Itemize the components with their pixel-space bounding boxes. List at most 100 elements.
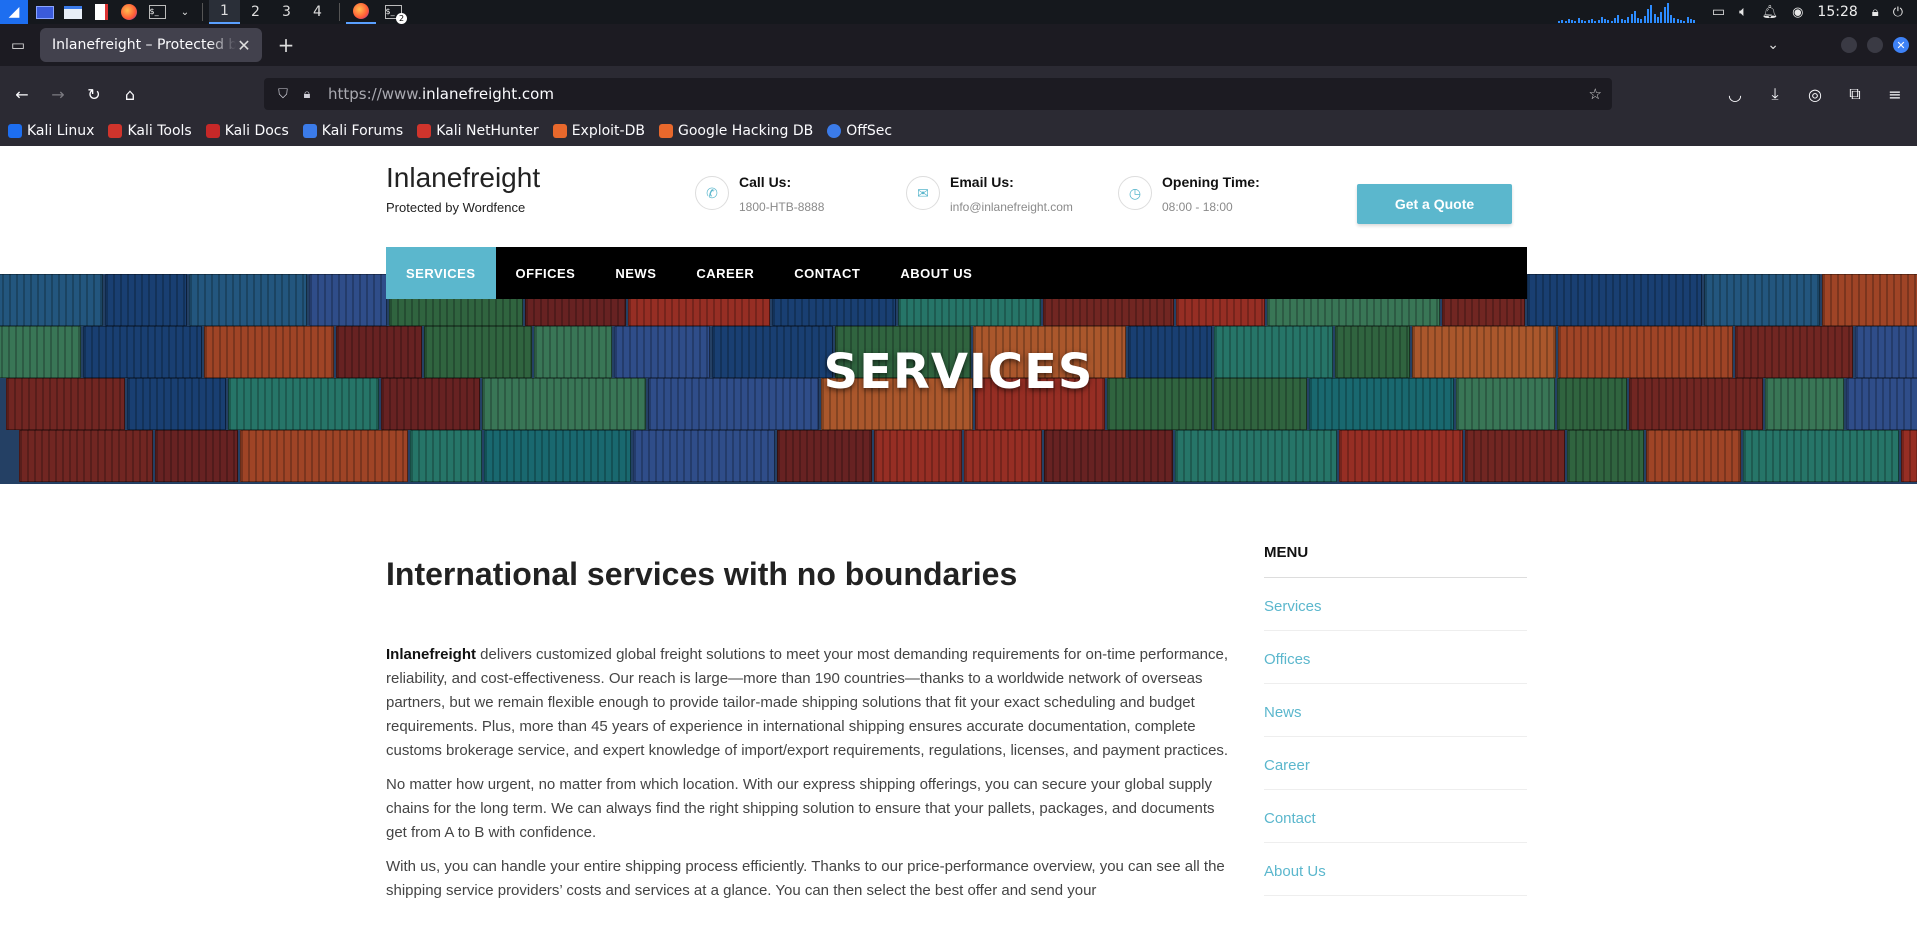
- workspace-2[interactable]: 2: [240, 0, 271, 24]
- file-manager-icon[interactable]: [62, 2, 84, 22]
- lock-icon[interactable]: 🔒︎: [296, 87, 318, 102]
- nav-offices[interactable]: OFFICES: [496, 247, 596, 299]
- volume-icon[interactable]: 🔈︎: [1739, 4, 1747, 20]
- chevron-down-icon[interactable]: ⌄: [174, 2, 196, 22]
- cpu-graph-bar: [1594, 21, 1597, 23]
- terminal-launcher-icon[interactable]: $_: [146, 2, 168, 22]
- kali-menu-icon[interactable]: ◢: [0, 0, 28, 24]
- contact-phone: ✆ Call Us: 1800-HTB-8888: [695, 174, 824, 214]
- bookmark-kali-docs[interactable]: Kali Docs: [205, 123, 289, 139]
- pocket-icon[interactable]: ◡: [1717, 78, 1753, 110]
- sidebar-item-offices[interactable]: Offices: [1264, 631, 1527, 684]
- terminal-window-icon[interactable]: $_ 2: [382, 2, 407, 24]
- extensions-icon[interactable]: ⧉: [1837, 78, 1873, 110]
- back-button[interactable]: ←: [4, 78, 40, 110]
- firefox-launcher-icon[interactable]: [118, 2, 140, 22]
- contact-label: Opening Time:: [1162, 174, 1260, 190]
- cpu-graph-bar: [1650, 5, 1653, 23]
- downloads-icon[interactable]: ⤓: [1757, 78, 1793, 110]
- cpu-graph-bar: [1680, 20, 1683, 23]
- home-button[interactable]: ⌂: [112, 78, 148, 110]
- cpu-graph-bar: [1574, 21, 1577, 23]
- cpu-graph-bar: [1604, 19, 1607, 23]
- workspace-3[interactable]: 3: [271, 0, 302, 24]
- toolbar-buttons: ◡ ⤓ ◎ ⧉ ≡: [1717, 78, 1913, 110]
- company-name: Inlanefreight: [386, 646, 477, 663]
- account-icon[interactable]: ◎: [1797, 78, 1833, 110]
- sidebar-item-about-us[interactable]: About Us: [1264, 843, 1527, 896]
- url-text: https://www.inlanefreight.com: [328, 85, 554, 103]
- cpu-graph-bar: [1587, 20, 1590, 23]
- bookmark-offsec[interactable]: OffSec: [827, 123, 892, 139]
- tab-close-icon[interactable]: ✕: [236, 36, 252, 55]
- maximize-button[interactable]: [1867, 37, 1883, 53]
- bookmark-exploit-db[interactable]: Exploit-DB: [552, 123, 645, 139]
- firefox-window-icon[interactable]: [346, 0, 376, 24]
- notification-bell-icon[interactable]: 🔔︎: [1762, 5, 1779, 20]
- bookmark-google-hacking-db[interactable]: Google Hacking DB: [658, 123, 813, 139]
- cpu-graph-bar: [1627, 17, 1630, 23]
- url-host: inlanefreight.com: [421, 85, 554, 103]
- bookmark-kali-nethunter[interactable]: Kali NetHunter: [417, 123, 539, 139]
- kali-tools-icon: [108, 124, 123, 138]
- cpu-graph-bar: [1647, 9, 1650, 23]
- sidebar-item-services[interactable]: Services: [1264, 578, 1527, 631]
- display-icon[interactable]: ▭: [1712, 4, 1725, 20]
- browser-tab-bar: ▭ Inlanefreight – Protected by Wordfence…: [0, 24, 1917, 66]
- cpu-graph-bar: [1623, 20, 1626, 23]
- sidebar-item-contact[interactable]: Contact: [1264, 790, 1527, 843]
- cpu-usage-graph: [1557, 1, 1698, 23]
- cpu-graph-bar: [1567, 19, 1570, 23]
- cpu-graph-bar: [1656, 17, 1659, 23]
- cpu-graph-bar: [1683, 21, 1686, 23]
- forward-button[interactable]: →: [40, 78, 76, 110]
- minimize-button[interactable]: [1841, 37, 1857, 53]
- close-window-button[interactable]: ✕: [1893, 37, 1909, 53]
- power-icon[interactable]: ◉: [1792, 5, 1803, 20]
- list-all-tabs-icon[interactable]: ⌄: [1767, 24, 1779, 66]
- browser-nav-bar: ← → ↻ ⌂ ⛉ 🔒︎ https://www.inlanefreight.c…: [0, 66, 1917, 122]
- power-menu-icon[interactable]: ⏻: [1893, 5, 1903, 20]
- nav-services[interactable]: SERVICES: [386, 247, 496, 299]
- cpu-graph-bar: [1607, 20, 1610, 23]
- nav-news[interactable]: NEWS: [595, 247, 676, 299]
- shield-icon[interactable]: ⛉: [272, 87, 294, 102]
- browser-tab[interactable]: Inlanefreight – Protected by Wordfence ✕: [40, 28, 262, 62]
- bookmark-star-icon[interactable]: ☆: [1589, 85, 1602, 103]
- hamburger-menu-icon[interactable]: ≡: [1877, 78, 1913, 110]
- cpu-graph-bar: [1561, 20, 1564, 23]
- lock-icon[interactable]: 🔒︎: [1872, 5, 1879, 20]
- cpu-graph-bar: [1564, 21, 1567, 23]
- nav-career[interactable]: CAREER: [676, 247, 774, 299]
- bookmarks-toolbar: Kali Linux Kali Tools Kali Docs Kali For…: [0, 116, 1917, 146]
- reload-button[interactable]: ↻: [76, 78, 112, 110]
- google-hacking-db-icon: [658, 124, 673, 138]
- system-tray: ▭ 🔈︎ 🔔︎ ◉ 15:28 🔒︎ ⏻: [1557, 0, 1917, 24]
- clock[interactable]: 15:28: [1817, 4, 1857, 20]
- cpu-graph-bar: [1689, 19, 1692, 23]
- bookmark-label: Kali Forums: [321, 123, 404, 139]
- url-bar[interactable]: ⛉ 🔒︎ https://www.inlanefreight.com ☆: [264, 78, 1612, 110]
- bookmark-kali-forums[interactable]: Kali Forums: [302, 123, 404, 139]
- site-logo-text[interactable]: Inlanefreight: [386, 162, 540, 194]
- cpu-graph-bar: [1663, 7, 1666, 23]
- clock-icon: ◷: [1118, 176, 1152, 210]
- bookmark-kali-tools[interactable]: Kali Tools: [108, 123, 192, 139]
- firefox-view-icon[interactable]: ▭: [0, 24, 36, 66]
- site-brand[interactable]: Inlanefreight Protected by Wordfence: [386, 162, 540, 215]
- bookmark-kali-linux[interactable]: Kali Linux: [8, 123, 94, 139]
- new-tab-button[interactable]: +: [268, 28, 304, 62]
- desktop-icon[interactable]: [34, 2, 56, 22]
- contact-label: Email Us:: [950, 174, 1014, 190]
- nav-about-us[interactable]: ABOUT US: [880, 247, 992, 299]
- sidebar-item-news[interactable]: News: [1264, 684, 1527, 737]
- workspace-4[interactable]: 4: [302, 0, 333, 24]
- phone-icon: ✆: [695, 176, 729, 210]
- sidebar-item-career[interactable]: Career: [1264, 737, 1527, 790]
- text-editor-icon[interactable]: [90, 2, 112, 22]
- workspace-1[interactable]: 1: [209, 0, 240, 24]
- cpu-graph-bar: [1571, 20, 1574, 23]
- get-a-quote-button[interactable]: Get a Quote: [1357, 184, 1512, 224]
- contact-hours: ◷ Opening Time: 08:00 - 18:00: [1118, 174, 1260, 214]
- nav-contact[interactable]: CONTACT: [774, 247, 880, 299]
